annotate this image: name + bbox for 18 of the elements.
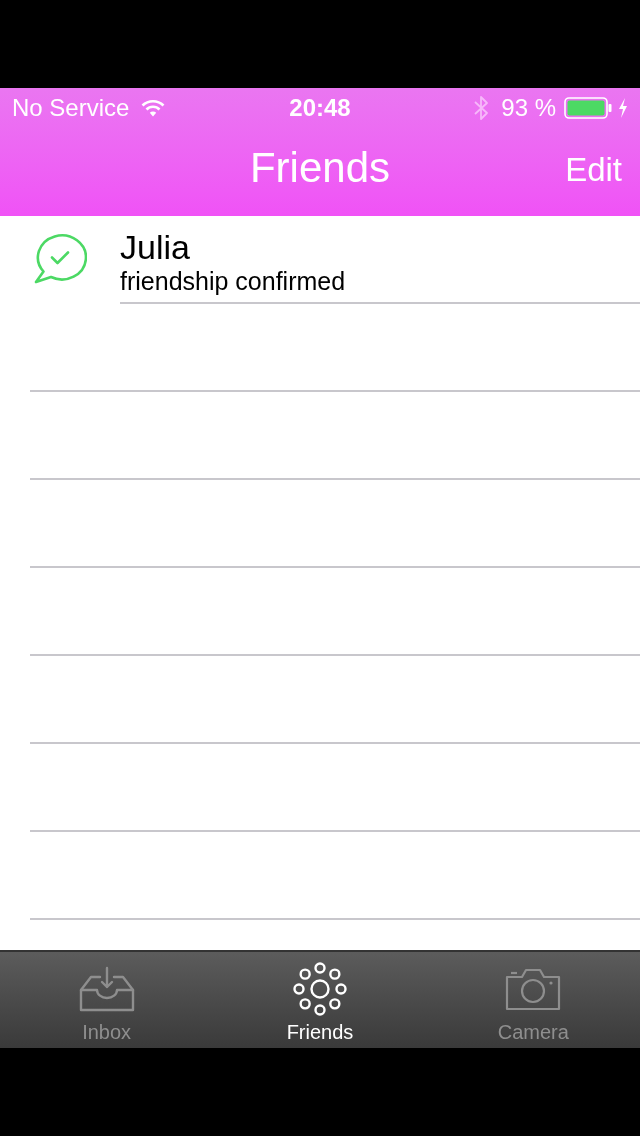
camera-icon (504, 967, 563, 1011)
tab-item[interactable]: Friends (213, 952, 427, 1048)
battery-percent-text: 93 % (501, 94, 556, 122)
friend-name: Julia (120, 228, 190, 266)
charging-bolt-icon (618, 98, 628, 118)
dots-ring-icon (292, 961, 348, 1017)
bluetooth-icon (473, 95, 490, 121)
chat-bubble-check-icon (33, 232, 87, 284)
screen-title: Friends (249, 144, 391, 193)
battery-icon (564, 97, 612, 119)
wifi-icon (141, 99, 166, 117)
friend-status: friendship confirmed (120, 266, 346, 296)
inbox-tray-icon (78, 966, 135, 1012)
tab-item[interactable]: Camera (426, 952, 640, 1048)
tab-item[interactable]: Inbox (0, 952, 214, 1048)
carrier-text: No Service (12, 94, 130, 122)
clock-text: 20:48 (289, 94, 351, 122)
edit-button[interactable]: Edit (565, 150, 622, 190)
